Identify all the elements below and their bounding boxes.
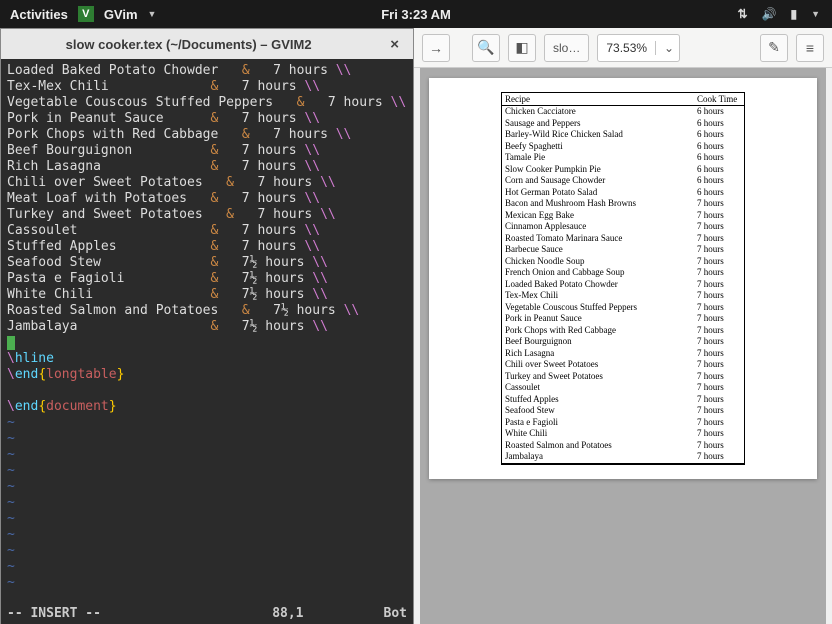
table-row: Chicken Cacciatore6 hours	[502, 106, 744, 118]
activities-button[interactable]: Activities	[10, 7, 68, 22]
chevron-down-icon[interactable]: ▼	[811, 9, 820, 19]
search-button[interactable]: 🔍	[472, 34, 500, 62]
table-row: Slow Cooker Pumpkin Pie6 hours	[502, 164, 744, 176]
volume-icon[interactable]: 🔊	[762, 7, 777, 21]
table-row: Barbecue Sauce7 hours	[502, 244, 744, 256]
table-row: Chili over Sweet Potatoes7 hours	[502, 359, 744, 371]
table-row: Pork Chops with Red Cabbage7 hours	[502, 325, 744, 337]
table-row: Vegetable Couscous Stuffed Peppers7 hour…	[502, 302, 744, 314]
vim-scroll-pos: Bot	[384, 606, 407, 624]
document-title-chip[interactable]: slo…	[544, 34, 589, 62]
battery-icon[interactable]: ▮	[790, 7, 797, 21]
table-header: Recipe Cook Time	[502, 93, 744, 106]
zoom-selector[interactable]: 73.53% ⌄	[597, 34, 680, 62]
table-row: Bacon and Mushroom Hash Browns7 hours	[502, 198, 744, 210]
table-row: Cassoulet7 hours	[502, 382, 744, 394]
evince-toolbar: → 🔍 ◧ slo… 73.53% ⌄ ✎ ≡	[414, 28, 832, 68]
table-row: Seafood Stew7 hours	[502, 405, 744, 417]
table-row: Pork in Peanut Sauce7 hours	[502, 313, 744, 325]
table-row: French Onion and Cabbage Soup7 hours	[502, 267, 744, 279]
table-row: Jambalaya7 hours	[502, 451, 744, 463]
vim-statusline: -- INSERT -- 88,1 Bot	[1, 606, 413, 624]
pdf-page: Recipe Cook Time Chicken Cacciatore6 hou…	[429, 78, 817, 479]
gvim-titlebar[interactable]: slow cooker.tex (~/Documents) – GVIM2 ×	[1, 29, 413, 59]
table-row: Stuffed Apples7 hours	[502, 394, 744, 406]
table-row: Tex-Mex Chili7 hours	[502, 290, 744, 302]
network-icon[interactable]: ⇅	[737, 7, 747, 21]
sidebar-button[interactable]: ◧	[508, 34, 536, 62]
table-row: White Chili7 hours	[502, 428, 744, 440]
next-page-button[interactable]: →	[422, 34, 450, 62]
gvim-window: slow cooker.tex (~/Documents) – GVIM2 × …	[0, 28, 414, 624]
text-cursor	[7, 336, 15, 350]
window-title: slow cooker.tex (~/Documents) – GVIM2	[1, 37, 376, 52]
table-row: Corn and Sausage Chowder6 hours	[502, 175, 744, 187]
table-row: Beefy Spaghetti6 hours	[502, 141, 744, 153]
table-row: Chicken Noodle Soup7 hours	[502, 256, 744, 268]
gvim-app-icon[interactable]: V	[78, 6, 94, 22]
vim-cursor-pos: 88,1	[272, 606, 303, 624]
table-row: Cinnamon Applesauce7 hours	[502, 221, 744, 233]
table-row: Sausage and Peppers6 hours	[502, 118, 744, 130]
chevron-down-icon[interactable]: ⌄	[655, 41, 679, 55]
table-row: Barley-Wild Rice Chicken Salad6 hours	[502, 129, 744, 141]
table-row: Tamale Pie6 hours	[502, 152, 744, 164]
vim-mode: -- INSERT --	[7, 606, 101, 624]
zoom-value: 73.53%	[598, 41, 655, 55]
table-row: Pasta e Fagioli7 hours	[502, 417, 744, 429]
table-row: Loaded Baked Potato Chowder7 hours	[502, 279, 744, 291]
recipe-table: Recipe Cook Time Chicken Cacciatore6 hou…	[501, 92, 745, 465]
table-row: Roasted Salmon and Potatoes7 hours	[502, 440, 744, 452]
gvim-editor[interactable]: Loaded Baked Potato Chowder & 7 hours \\…	[1, 59, 413, 624]
gnome-topbar: Activities V GVim ▼ Fri 3:23 AM ⇅ 🔊 ▮ ▼	[0, 0, 832, 28]
table-row: Turkey and Sweet Potatoes7 hours	[502, 371, 744, 383]
pdf-viewport[interactable]: Recipe Cook Time Chicken Cacciatore6 hou…	[420, 68, 826, 624]
table-row: Mexican Egg Bake7 hours	[502, 210, 744, 222]
chevron-down-icon: ▼	[148, 9, 157, 19]
table-row: Rich Lasagna7 hours	[502, 348, 744, 360]
tools-button[interactable]: ✎	[760, 34, 788, 62]
table-row: Beef Bourguignon7 hours	[502, 336, 744, 348]
clock[interactable]: Fri 3:23 AM	[381, 7, 451, 22]
close-icon[interactable]: ×	[376, 36, 413, 53]
table-row: Roasted Tomato Marinara Sauce7 hours	[502, 233, 744, 245]
menu-button[interactable]: ≡	[796, 34, 824, 62]
app-menu-label[interactable]: GVim	[104, 7, 138, 22]
table-row: Hot German Potato Salad6 hours	[502, 187, 744, 199]
